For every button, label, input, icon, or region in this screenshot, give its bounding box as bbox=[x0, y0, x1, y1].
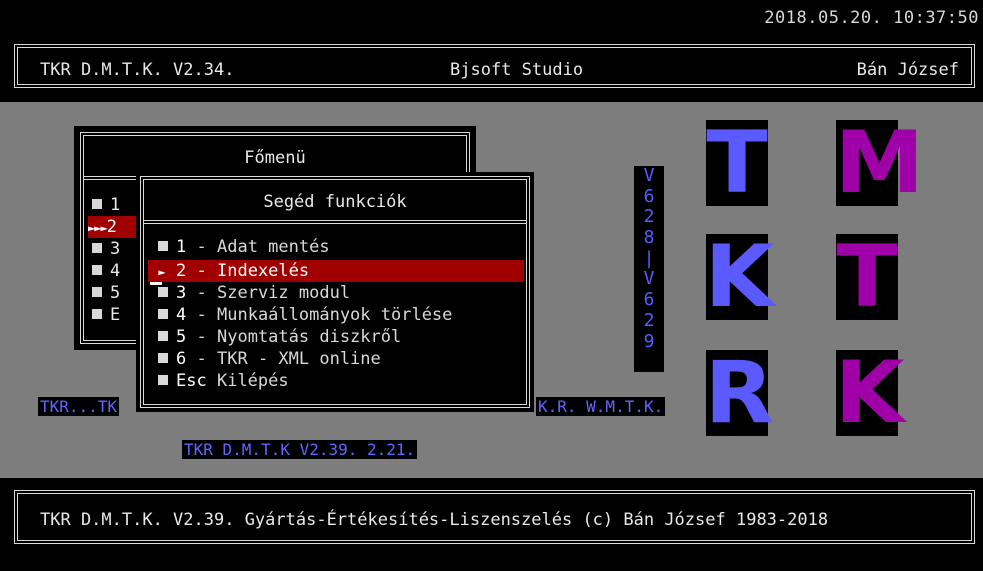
main-menu-item-2[interactable]: ►►►2 bbox=[88, 216, 140, 238]
clock: 2018.05.20. 10:37:50 bbox=[764, 8, 979, 28]
logo-tile-m: M bbox=[834, 113, 925, 213]
top-bar: 2018.05.20. 10:37:50 bbox=[0, 0, 983, 34]
bullet-icon bbox=[92, 309, 102, 319]
main-menu-item-exit[interactable]: E bbox=[92, 304, 120, 326]
main-menu-item-4[interactable]: 4 bbox=[92, 260, 120, 282]
logo-tile-k2: K bbox=[834, 343, 905, 443]
bullet-icon bbox=[158, 353, 168, 363]
pointer-icon: ► bbox=[158, 265, 166, 279]
label-right: K.R. W.M.T.K. bbox=[536, 397, 666, 416]
sub-menu-window: Segéd funkciók 1 - Adat mentés ► 2 - Inde… bbox=[136, 172, 534, 412]
sub-menu-frame: Segéd funkciók 1 - Adat mentés ► 2 - Inde… bbox=[140, 176, 530, 408]
bullet-icon bbox=[158, 375, 168, 385]
header-app-title: TKR D.M.T.K. V2.34. bbox=[40, 60, 235, 80]
main-menu-title: Főmenü bbox=[244, 148, 306, 168]
footer-copyright: TKR D.M.T.K. V2.39. Gyártás-Értékesítés-… bbox=[40, 510, 829, 530]
header-box: TKR D.M.T.K. V2.34. Bjsoft Studio Bán Jó… bbox=[14, 44, 975, 88]
main-menu-item-5[interactable]: 5 bbox=[92, 282, 120, 304]
sub-menu-item-adat-mentes[interactable]: 1 - Adat mentés bbox=[158, 236, 330, 258]
sub-menu-item-indexeles[interactable]: ► 2 - Indexelés bbox=[148, 260, 524, 282]
logo-tile-k: K bbox=[704, 227, 775, 327]
header-author: Bán József bbox=[856, 60, 959, 80]
version-strip: V 6 2 8 | V 6 2 9 bbox=[634, 165, 664, 372]
footer-box: TKR D.M.T.K. V2.39. Gyártás-Értékesítés-… bbox=[14, 490, 975, 544]
bullet-icon bbox=[158, 241, 168, 251]
bullet-icon bbox=[158, 309, 168, 319]
bullet-icon bbox=[92, 199, 102, 209]
label-left: TKR...TK bbox=[38, 397, 120, 416]
sub-menu-title: Segéd funkciók bbox=[263, 192, 407, 212]
header-studio: Bjsoft Studio bbox=[450, 60, 584, 80]
sub-menu-item-xml[interactable]: 6 - TKR - XML online bbox=[158, 348, 381, 370]
sub-menu-divider bbox=[144, 220, 526, 224]
bullet-icon bbox=[92, 265, 102, 275]
bullet-icon bbox=[158, 287, 168, 297]
sub-menu-item-szerviz[interactable]: 3 - Szerviz modul bbox=[158, 282, 350, 304]
main-menu-item-3[interactable]: 3 bbox=[92, 238, 120, 260]
logo-tile-r: R bbox=[704, 343, 774, 443]
logo-tile-t: T bbox=[706, 113, 768, 213]
bullet-icon bbox=[92, 287, 102, 297]
pointer-icon: ►►► bbox=[88, 221, 108, 235]
bullet-icon bbox=[92, 243, 102, 253]
main-menu-item-1[interactable]: 1 bbox=[92, 194, 120, 216]
label-version: TKR D.M.T.K V2.39. 2.21. bbox=[182, 440, 418, 459]
sub-menu-item-nyomtatas[interactable]: 5 - Nyomtatás diszkről bbox=[158, 326, 401, 348]
bullet-icon bbox=[158, 331, 168, 341]
sub-menu-item-exit[interactable]: Esc Kilépés bbox=[158, 370, 289, 392]
sub-menu-item-torles[interactable]: 4 - Munkaállományok törlése bbox=[158, 304, 452, 326]
logo-tile-t2: T bbox=[836, 227, 898, 327]
